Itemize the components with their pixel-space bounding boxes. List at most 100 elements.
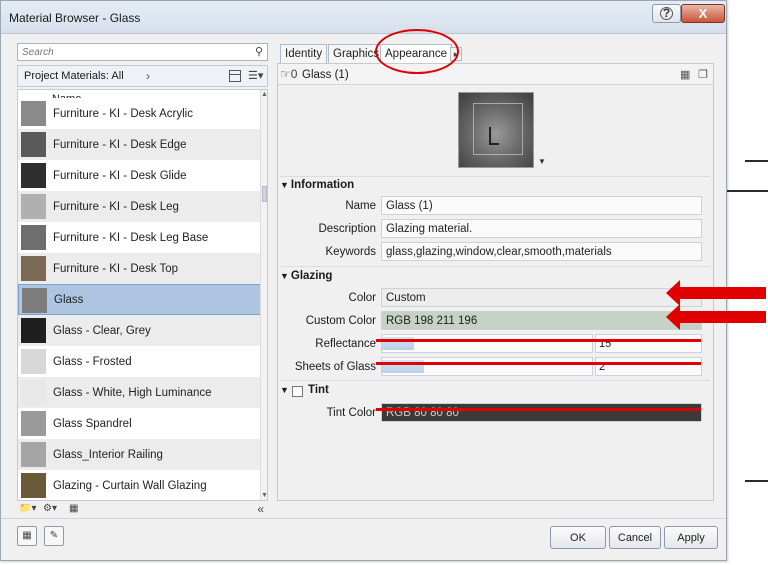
list-item[interactable]: Furniture - KI - Desk Leg [18,191,262,222]
list-item[interactable]: Glass Spandrel [18,408,262,439]
divider [1,518,726,519]
list-view-icon[interactable]: ☰▾ [248,69,263,82]
scroll-up-icon[interactable]: ▲ [261,91,267,98]
material-thumbnail [21,349,46,374]
sheets-of-glass-slider[interactable] [381,357,593,376]
tint-color-swatch[interactable]: RGB 80 80 80 [381,403,702,422]
material-thumbnail [21,256,46,281]
edit-material-button[interactable]: ✎ [44,526,64,546]
material-asset-name: Glass (1) [302,69,349,81]
list-item-label: Furniture - KI - Desk Leg [53,200,179,213]
list-item-label: Glass - Frosted [53,355,132,368]
list-item-label: Furniture - KI - Desk Edge [53,138,187,151]
material-list: Name Furniture - KI - Desk AcrylicFurnit… [17,89,268,501]
material-thumbnail [21,132,46,157]
list-item-label: Glass - White, High Luminance [53,386,212,399]
custom-color-arrow-annotation [666,304,766,330]
list-item[interactable]: Glass - White, High Luminance [18,377,262,408]
tint-color-label: Tint Color [326,407,376,419]
appearance-panel: ☞0 Glass (1) ▦ ❐ ▼ ▼ Information Name Gla… [277,63,714,501]
chevron-down-icon[interactable]: ▼ [538,157,546,166]
asset-count: 0 [290,67,298,81]
material-header: ☞0 Glass (1) ▦ ❐ [278,64,713,85]
title-bar: Material Browser - Glass ? X [1,1,726,34]
scroll-down-icon[interactable]: ▼ [261,492,267,499]
list-item[interactable]: Furniture - KI - Desk Leg Base [18,222,262,253]
expand-triangle-icon: ▼ [280,271,289,281]
project-materials-label[interactable]: Project Materials: All [24,70,124,82]
expand-triangle-icon: ▼ [280,180,289,190]
list-item[interactable]: Glass - Frosted [18,346,262,377]
background-strip [727,190,768,192]
material-thumbnail [21,442,46,467]
sheets-strike-annotation [376,362,701,365]
list-item[interactable]: Glass_Interior Railing [18,439,262,470]
appearance-tab-highlight-circle [375,29,459,74]
information-section-header[interactable]: ▼ Information [280,179,354,195]
material-thumbnail [21,318,46,343]
list-item[interactable]: Furniture - KI - Desk Top [18,253,262,284]
library-folder-icon[interactable]: 📁▾ [19,503,36,514]
tint-checkbox[interactable] [292,386,303,397]
color-select[interactable]: Custom [381,288,702,307]
collapse-panel-icon[interactable]: « [257,502,264,516]
name-field[interactable]: Glass (1) [381,196,702,215]
list-item[interactable]: Furniture - KI - Desk Edge [18,129,262,160]
asset-browser-icon[interactable]: ▦ [69,503,78,514]
list-item[interactable]: Glass - Clear, Grey [18,315,262,346]
list-item-label: Furniture - KI - Desk Glide [53,169,187,182]
material-browser-window: Material Browser - Glass ? X ⚲ Project M… [0,0,727,561]
list-item[interactable]: Glazing - Curtain Wall Glazing [18,470,262,500]
name-label: Name [345,200,376,212]
reflectance-slider[interactable] [381,334,593,353]
list-item[interactable]: Furniture - KI - Desk Glide [18,160,262,191]
help-button[interactable]: ? [652,4,681,23]
material-preview[interactable] [458,92,534,168]
sheets-of-glass-value[interactable]: 2 [595,357,702,376]
information-title: Information [290,179,355,191]
material-thumbnail [21,411,46,436]
chevron-right-icon[interactable]: › [146,69,150,83]
replace-asset-icon[interactable]: ▦ [680,68,690,81]
material-thumbnail [22,288,47,313]
list-item[interactable]: Glass [18,284,262,315]
reflectance-value[interactable]: 15 [595,334,702,353]
create-material-icon[interactable]: ⚙▾ [43,503,57,514]
tab-identity[interactable]: Identity [280,44,328,63]
glazing-title: Glazing [290,270,333,282]
scroll-thumb[interactable] [262,186,267,202]
close-button[interactable]: X [681,4,725,23]
list-item-label: Furniture - KI - Desk Top [53,262,179,275]
background-strip [745,480,768,482]
search-input[interactable] [18,44,243,60]
apply-button[interactable]: Apply [664,526,718,549]
search-icon[interactable]: ⚲ [255,45,263,58]
project-materials-bar: Project Materials: All › ☰▾ [17,65,268,87]
description-field[interactable]: Glazing material. [381,219,702,238]
list-item[interactable]: Furniture - KI - Desk Acrylic [18,98,262,129]
tint-strike-annotation [376,408,701,411]
list-scrollbar[interactable]: ▲ ▼ [260,90,267,500]
list-item-label: Furniture - KI - Desk Leg Base [53,231,209,244]
keywords-label: Keywords [325,246,377,258]
glazing-section-header[interactable]: ▼ Glazing [280,270,332,286]
ok-button[interactable]: OK [550,526,606,549]
reflectance-strike-annotation [376,339,701,342]
material-thumbnail [21,380,46,405]
divider [280,380,710,381]
view-toggle-icon[interactable] [229,70,241,82]
material-thumbnail [21,163,46,188]
asset-hand-icon: ☞0 [280,67,298,81]
list-item-label: Furniture - KI - Desk Acrylic [53,107,193,120]
material-thumbnail [21,225,46,250]
material-thumbnail [21,194,46,219]
cancel-button[interactable]: Cancel [609,526,661,549]
duplicate-asset-icon[interactable]: ❐ [698,68,708,81]
tint-section-header[interactable]: ▼ [280,384,291,400]
keywords-field[interactable]: glass,glazing,window,clear,smooth,materi… [381,242,702,261]
library-toolbar: 📁▾ ⚙▾ ▦ « [17,502,268,517]
color-label: Color [348,292,376,304]
color-arrow-annotation [666,280,766,306]
open-asset-browser-button[interactable]: ▦ [17,526,37,546]
custom-color-swatch[interactable]: RGB 198 211 196 [381,311,702,330]
